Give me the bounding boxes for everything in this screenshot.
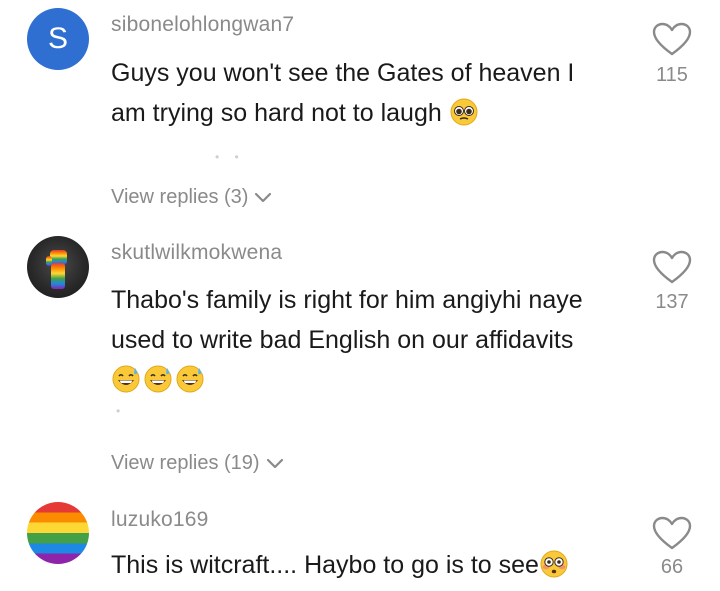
comment-text: Guys you won't see the Gates of heaven I… (111, 53, 631, 139)
heart-outline-icon[interactable] (652, 516, 692, 550)
comment-text-line: Guys you won't see the Gates of heaven I (111, 59, 575, 87)
pleading-face-emoji (449, 97, 479, 139)
avatar[interactable] (27, 502, 89, 564)
comment-username[interactable]: sibonelohlongwan7 (111, 13, 294, 37)
comment-text: Thabo's family is right for him angiyhi … (111, 280, 631, 406)
comment-username[interactable]: luzuko169 (111, 508, 209, 532)
comment-text-line: Thabo's family is right for him angiyhi … (111, 286, 583, 314)
comment-username[interactable]: skutlwilkmokwena (111, 241, 282, 265)
comment-text-line: This is witcraft.... Haybo to go is to s… (111, 551, 539, 579)
divider-dots: • (116, 404, 124, 418)
raised-fist-icon (46, 250, 67, 289)
heart-outline-icon[interactable] (652, 22, 692, 56)
grinning-sweat-emoji (175, 364, 205, 406)
grinning-sweat-emoji (111, 364, 141, 406)
divider-dots: • • (215, 150, 245, 164)
avatar-letter: S (47, 22, 68, 55)
grinning-sweat-emoji (143, 364, 173, 406)
view-replies-label: View replies (3) (111, 186, 249, 208)
comment-text-line: used to write bad English on our affidav… (111, 326, 574, 354)
view-replies-label: View replies (19) (111, 452, 260, 474)
avatar[interactable]: S (27, 8, 89, 70)
comment-text-line: am trying so hard not to laugh (111, 99, 442, 127)
chevron-down-icon (255, 192, 272, 202)
view-replies-button[interactable]: View replies (3) (111, 186, 272, 209)
like-count: 137 (655, 291, 689, 313)
heart-outline-icon[interactable] (652, 250, 692, 284)
avatar[interactable] (27, 236, 89, 298)
like-count: 66 (660, 556, 684, 578)
chevron-down-icon (266, 458, 283, 468)
view-replies-button[interactable]: View replies (19) (111, 452, 284, 475)
like-count: 115 (656, 64, 688, 86)
comment-text: This is witcraft.... Haybo to go is to s… (111, 545, 631, 591)
